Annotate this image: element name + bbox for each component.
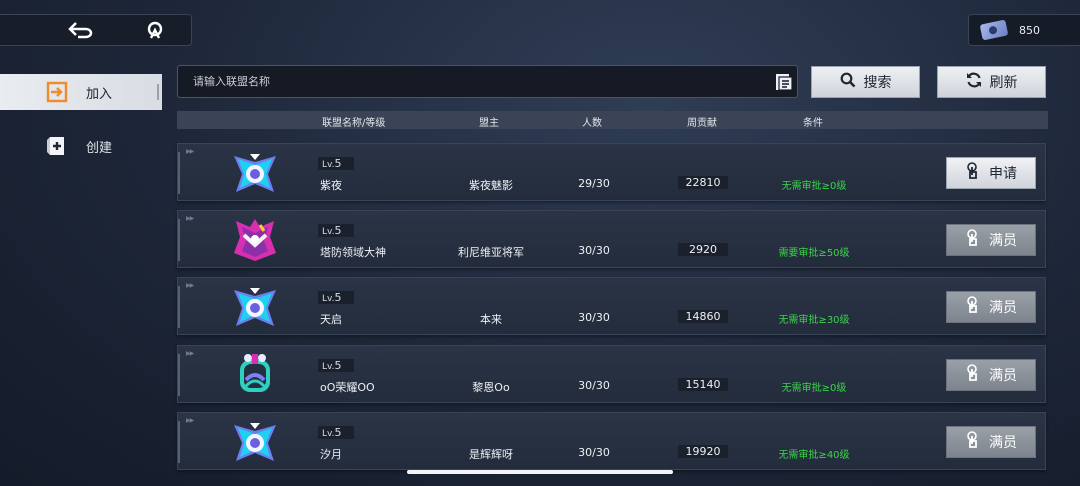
alliance-contribution: 15140 [678,378,728,391]
full-button-label: 满员 [989,368,1017,384]
sidebar-item-label: 创建 [86,140,113,156]
alliance-contribution: 22810 [678,176,728,189]
create-icon [46,135,68,157]
alliance-name: 塔防领域大神 [320,246,386,259]
alliance-condition: 无需审批≥40级 [778,450,850,461]
row-arrows-icon: ▶▶ [186,350,194,357]
search-bar [177,65,798,98]
alliance-row: ▶▶ Lv.5 oO荣耀OO 黎恩Oo 30/30 15140 无需审批≥0级 … [177,345,1046,403]
alliance-row: ▶▶ Lv.5 塔防领域大神 利尼维亚将军 30/30 2920 需要审批≥50… [177,210,1046,268]
alliance-emblem-magenta-jester [234,219,276,261]
full-button-label: 满员 [989,300,1017,316]
alliance-emblem-purple-star [234,154,276,192]
full-button-label: 满员 [989,233,1017,249]
sidebar-item-label: 加入 [86,86,113,102]
alliance-level: Lv.5 [318,291,354,304]
row-arrows-icon: ▶▶ [186,215,194,222]
full-button[interactable]: 满员 [946,224,1036,256]
alliance-condition: 需要审批≥50级 [778,248,850,259]
alliance-level: Lv.5 [318,359,354,372]
hand-tap-icon [965,162,981,184]
alliance-members: 30/30 [578,311,610,324]
alliance-members: 30/30 [578,244,610,257]
alliance-emblem-teal-dragon [240,354,270,392]
refresh-button[interactable]: 刷新 [937,66,1046,98]
apply-button-label: 申请 [989,166,1017,182]
alliance-contribution: 19920 [678,445,728,458]
search-button-label: 搜索 [863,75,892,91]
column-header-contribution: 周贡献 [687,118,717,129]
alliance-row: ▶▶ Lv.5 紫夜 紫夜魅影 29/30 22810 无需审批≥0级 申请 [177,143,1046,201]
document-icon[interactable] [775,73,793,91]
column-header-condition: 条件 [803,118,823,129]
alliance-level: Lv.5 [318,157,354,170]
column-header-name-level: 联盟名称/等级 [322,118,386,129]
alliance-contribution: 14860 [678,310,728,323]
table-header: 联盟名称/等级 盟主 人数 周贡献 条件 [177,111,1048,129]
alliance-row: ▶▶ Lv.5 汐月 是辉辉呀 30/30 19920 无需审批≥40级 满员 [177,412,1046,470]
currency-value: 850 [1019,23,1040,37]
alliance-members: 30/30 [578,379,610,392]
home-icon[interactable] [135,15,175,45]
search-button[interactable]: 搜索 [811,66,920,98]
hand-tap-icon [965,296,981,318]
hand-tap-icon [965,364,981,386]
refresh-icon [966,72,982,92]
top-nav-bar [0,14,192,46]
refresh-button-label: 刷新 [989,75,1018,91]
column-header-members: 人数 [582,118,602,129]
alliance-row: ▶▶ Lv.5 天启 本来 30/30 14860 无需审批≥30级 满员 [177,277,1046,335]
alliance-members: 29/30 [578,177,610,190]
full-button[interactable]: 满员 [946,359,1036,391]
alliance-contribution: 2920 [678,243,728,256]
hand-tap-icon [965,229,981,251]
home-indicator[interactable] [407,470,673,474]
alliance-name: 紫夜 [320,179,342,192]
join-icon [46,81,68,103]
full-button-label: 满员 [989,435,1017,451]
alliance-level: Lv.5 [318,224,354,237]
column-header-leader: 盟主 [479,118,499,129]
search-input[interactable] [178,75,775,88]
alliance-level: Lv.5 [318,426,354,439]
row-arrows-icon: ▶▶ [186,282,194,289]
row-arrows-icon: ▶▶ [186,417,194,424]
alliance-name: 天启 [320,313,342,326]
full-button[interactable]: 满员 [946,291,1036,323]
apply-button[interactable]: 申请 [946,157,1036,189]
alliance-condition: 无需审批≥30级 [778,315,850,326]
row-arrows-icon: ▶▶ [186,148,194,155]
full-button[interactable]: 满员 [946,426,1036,458]
alliance-emblem-purple-star [234,288,276,326]
alliance-emblem-purple-star [234,423,276,461]
alliance-members: 30/30 [578,446,610,459]
sidebar-item-join[interactable]: 加入 [0,74,162,110]
currency-display: 850 [968,14,1080,46]
ticket-icon [979,19,1009,41]
hand-tap-icon [965,431,981,453]
alliance-condition: 无需审批≥0级 [781,383,847,394]
alliance-name: 汐月 [320,448,342,461]
alliance-name: oO荣耀OO [320,381,375,394]
back-arrow-icon[interactable] [61,15,101,45]
magnifier-icon [840,72,856,92]
sidebar-item-create[interactable]: 创建 [0,128,162,164]
alliance-condition: 无需审批≥0级 [781,181,847,192]
